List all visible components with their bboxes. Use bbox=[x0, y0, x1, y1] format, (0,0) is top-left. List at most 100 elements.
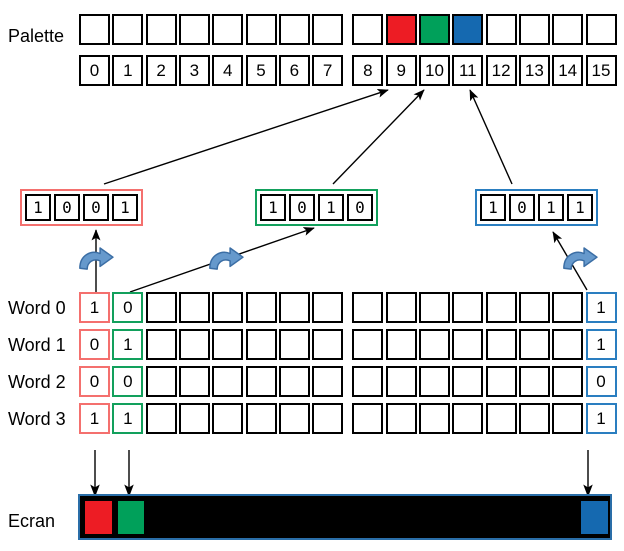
word-1-bit-12[interactable] bbox=[485, 329, 517, 360]
palette-swatch-15[interactable] bbox=[585, 14, 617, 45]
palette-swatch-10[interactable] bbox=[419, 14, 450, 45]
word-1-bit-10[interactable] bbox=[419, 329, 450, 360]
palette-index-8: 8 bbox=[352, 55, 384, 86]
word-1-bit-11[interactable] bbox=[452, 329, 484, 360]
word-1-bit-8[interactable] bbox=[352, 329, 384, 360]
diagram-canvas: Palette 0 1 2 3 4 5 6 7 8 9 10 11 12 13 14 15 100110101… bbox=[0, 0, 624, 551]
word-1-bit-5[interactable] bbox=[245, 329, 277, 360]
word-3-bit-4[interactable] bbox=[212, 403, 244, 434]
word-3-bit-8[interactable] bbox=[352, 403, 384, 434]
word-0-bit-3[interactable] bbox=[178, 292, 210, 323]
word-2-bit-0[interactable]: 0 bbox=[79, 366, 110, 397]
bit-group-red-bit-1: 0 bbox=[54, 194, 80, 221]
palette-index-12: 12 bbox=[485, 55, 517, 86]
word-3-bit-7[interactable] bbox=[312, 403, 344, 434]
word-row-label-3: Word 3 bbox=[8, 409, 66, 429]
palette-swatch-1[interactable] bbox=[112, 14, 144, 45]
palette-swatch-5[interactable] bbox=[245, 14, 277, 45]
word-0-bit-9[interactable] bbox=[385, 292, 417, 323]
palette-swatch-12[interactable] bbox=[485, 14, 517, 45]
arrow-wordcol15-to-bluegroup bbox=[552, 231, 588, 291]
bit-group-blue[interactable]: 1011 bbox=[475, 189, 598, 226]
word-1-bit-4[interactable] bbox=[212, 329, 244, 360]
word-0-bit-12[interactable] bbox=[485, 292, 517, 323]
word-0-bit-4[interactable] bbox=[212, 292, 244, 323]
word-2-bit-13[interactable] bbox=[518, 366, 550, 397]
word-3-bit-12[interactable] bbox=[485, 403, 517, 434]
word-0-bit-14[interactable] bbox=[552, 292, 584, 323]
word-0-bit-1[interactable]: 0 bbox=[112, 292, 144, 323]
word-2-bit-2[interactable] bbox=[145, 366, 177, 397]
word-1-bit-6[interactable] bbox=[278, 329, 310, 360]
bit-group-green-bit-0: 1 bbox=[260, 194, 286, 221]
word-2-bit-3[interactable] bbox=[178, 366, 210, 397]
palette-swatch-0[interactable] bbox=[79, 14, 110, 45]
word-3-bit-6[interactable] bbox=[278, 403, 310, 434]
palette-swatch-8[interactable] bbox=[352, 14, 384, 45]
palette-swatch-4[interactable] bbox=[212, 14, 244, 45]
word-1-bit-14[interactable] bbox=[552, 329, 584, 360]
word-1-bit-9[interactable] bbox=[385, 329, 417, 360]
rotate-icon-blue bbox=[563, 247, 598, 270]
word-1-bit-15[interactable]: 1 bbox=[585, 329, 617, 360]
word-0-bit-7[interactable] bbox=[312, 292, 344, 323]
word-0-bit-8[interactable] bbox=[352, 292, 384, 323]
word-2-bit-8[interactable] bbox=[352, 366, 384, 397]
word-3-bit-14[interactable] bbox=[552, 403, 584, 434]
word-0-bit-11[interactable] bbox=[452, 292, 484, 323]
word-3-bit-1[interactable]: 1 bbox=[112, 403, 144, 434]
palette-swatch-9[interactable] bbox=[385, 14, 417, 45]
palette-index-6: 6 bbox=[278, 55, 310, 86]
word-1-bit-1[interactable]: 1 bbox=[112, 329, 144, 360]
word-1-bit-7[interactable] bbox=[312, 329, 344, 360]
word-0-bit-13[interactable] bbox=[518, 292, 550, 323]
word-3-bit-5[interactable] bbox=[245, 403, 277, 434]
word-3-bit-13[interactable] bbox=[518, 403, 550, 434]
word-1-bit-2[interactable] bbox=[145, 329, 177, 360]
word-3-bit-11[interactable] bbox=[452, 403, 484, 434]
ecran-pixel-1 bbox=[117, 501, 145, 534]
word-1-bit-13[interactable] bbox=[518, 329, 550, 360]
word-3-bit-3[interactable] bbox=[178, 403, 210, 434]
word-2-bit-6[interactable] bbox=[278, 366, 310, 397]
word-2-bit-12[interactable] bbox=[485, 366, 517, 397]
palette-swatch-11[interactable] bbox=[452, 14, 484, 45]
bit-group-red-bit-0: 1 bbox=[25, 194, 51, 221]
word-2-bit-9[interactable] bbox=[385, 366, 417, 397]
word-3-bit-10[interactable] bbox=[419, 403, 450, 434]
word-2-bit-15[interactable]: 0 bbox=[585, 366, 617, 397]
bit-group-blue-bit-2: 1 bbox=[538, 194, 564, 221]
word-0-bit-0[interactable]: 1 bbox=[79, 292, 110, 323]
palette-swatch-2[interactable] bbox=[145, 14, 177, 45]
word-0-bit-6[interactable] bbox=[278, 292, 310, 323]
palette-swatch-13[interactable] bbox=[518, 14, 550, 45]
bit-group-green[interactable]: 1010 bbox=[255, 189, 378, 226]
palette-swatch-6[interactable] bbox=[278, 14, 310, 45]
word-2-bit-10[interactable] bbox=[419, 366, 450, 397]
word-2-bit-11[interactable] bbox=[452, 366, 484, 397]
word-2-bit-14[interactable] bbox=[552, 366, 584, 397]
palette-swatch-14[interactable] bbox=[552, 14, 584, 45]
palette-swatch-7[interactable] bbox=[312, 14, 344, 45]
word-3-bit-2[interactable] bbox=[145, 403, 177, 434]
rotate-icon-red bbox=[79, 247, 114, 270]
word-3-bit-0[interactable]: 1 bbox=[79, 403, 110, 434]
ecran-label: Ecran bbox=[8, 511, 56, 531]
word-0-bit-5[interactable] bbox=[245, 292, 277, 323]
word-3-bit-9[interactable] bbox=[385, 403, 417, 434]
word-2-bit-1[interactable]: 0 bbox=[112, 366, 144, 397]
word-1-bit-3[interactable] bbox=[178, 329, 210, 360]
word-2-bit-5[interactable] bbox=[245, 366, 277, 397]
word-0-bit-15[interactable]: 1 bbox=[585, 292, 617, 323]
word-0-bit-10[interactable] bbox=[419, 292, 450, 323]
word-1-bit-0[interactable]: 0 bbox=[79, 329, 110, 360]
word-2-bit-7[interactable] bbox=[312, 366, 344, 397]
palette-index-11: 11 bbox=[452, 55, 484, 86]
ecran-pixel-0 bbox=[85, 501, 112, 534]
word-3-bit-15[interactable]: 1 bbox=[585, 403, 617, 434]
word-0-bit-2[interactable] bbox=[145, 292, 177, 323]
bit-group-blue-bit-0: 1 bbox=[480, 194, 506, 221]
palette-swatch-3[interactable] bbox=[178, 14, 210, 45]
bit-group-red[interactable]: 1001 bbox=[20, 189, 143, 226]
word-2-bit-4[interactable] bbox=[212, 366, 244, 397]
